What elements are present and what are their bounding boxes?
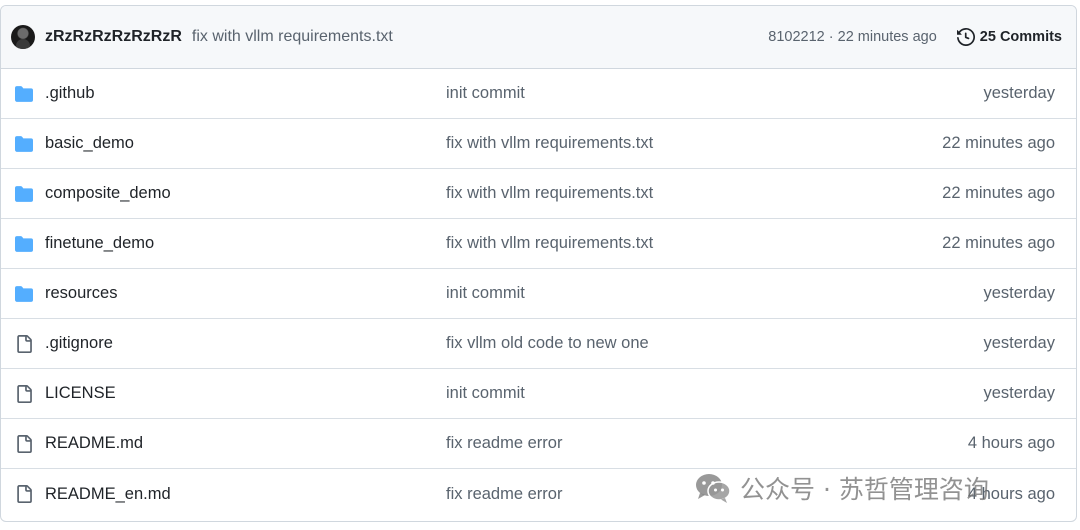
file-commit-time: 22 minutes ago (942, 184, 1055, 202)
file-commit-message[interactable]: fix with vllm requirements.txt (446, 234, 942, 253)
file-row[interactable]: composite_demo fix with vllm requirements… (1, 169, 1076, 219)
file-commit-message[interactable]: fix readme error (446, 434, 968, 453)
folder-icon (14, 85, 34, 103)
history-icon (956, 28, 975, 46)
file-row[interactable]: README.md fix readme error 4 hours ago (1, 419, 1076, 469)
file-commit-time: yesterday (983, 334, 1055, 352)
file-list: .github init commit yesterday basic_demo fix… (1, 69, 1076, 519)
file-name-link[interactable]: README.md (45, 434, 446, 453)
file-row[interactable]: resources init commit yesterday (1, 269, 1076, 319)
file-commit-message[interactable]: fix vllm old code to new one (446, 334, 983, 353)
file-commit-time: yesterday (983, 384, 1055, 402)
file-name-link[interactable]: README_en.md (45, 485, 446, 504)
file-commit-message[interactable]: init commit (446, 284, 983, 303)
file-commit-time: yesterday (983, 284, 1055, 302)
folder-icon (14, 285, 34, 303)
file-name-link[interactable]: finetune_demo (45, 234, 446, 253)
file-commit-time: 4 hours ago (967, 484, 1055, 503)
file-commit-message[interactable]: fix readme error (446, 485, 968, 504)
commits-count-label: 25 Commits (979, 29, 1062, 45)
file-icon (14, 334, 34, 354)
file-commit-time: 4 hours ago (967, 434, 1055, 452)
file-row[interactable]: .gitignore fix vllm old code to new one ye… (1, 319, 1076, 369)
file-commit-message[interactable]: fix with vllm requirements.txt (446, 134, 942, 153)
file-icon (14, 384, 34, 404)
repo-file-browser: zRzRzRzRzRzRzR fix with vllm requirement… (0, 5, 1077, 522)
file-commit-message[interactable]: init commit (446, 84, 983, 103)
file-row[interactable]: .github init commit yesterday (1, 69, 1076, 119)
file-name-link[interactable]: LICENSE (45, 384, 446, 403)
folder-icon (14, 185, 34, 203)
file-commit-time: 22 minutes ago (942, 234, 1055, 252)
author-avatar[interactable] (11, 25, 35, 49)
file-row[interactable]: finetune_demo fix with vllm requirements.… (1, 219, 1076, 269)
folder-icon (14, 235, 34, 253)
file-commit-time: yesterday (983, 84, 1055, 102)
file-name-link[interactable]: basic_demo (45, 134, 446, 153)
commits-history-link[interactable]: 25 Commits (956, 28, 1062, 46)
latest-commit-message[interactable]: fix with vllm requirements.txt (192, 28, 393, 46)
folder-icon (14, 135, 34, 153)
commit-hash-time[interactable]: 8102212 · 22 minutes ago (768, 29, 937, 45)
file-commit-message[interactable]: fix with vllm requirements.txt (446, 184, 942, 203)
file-commit-time: 22 minutes ago (942, 134, 1055, 152)
file-row[interactable]: basic_demo fix with vllm requirements.txt… (1, 119, 1076, 169)
file-row[interactable]: LICENSE init commit yesterday (1, 369, 1076, 419)
file-commit-message[interactable]: init commit (446, 384, 983, 403)
file-name-link[interactable]: composite_demo (45, 184, 446, 203)
file-name-link[interactable]: resources (45, 284, 446, 303)
file-name-link[interactable]: .gitignore (45, 334, 446, 353)
file-name-link[interactable]: .github (45, 84, 446, 103)
file-icon (14, 484, 34, 504)
latest-commit-bar: zRzRzRzRzRzRzR fix with vllm requirement… (1, 6, 1076, 69)
file-row[interactable]: README_en.md fix readme error 4 hours ago (1, 469, 1076, 519)
file-icon (14, 434, 34, 454)
commit-author[interactable]: zRzRzRzRzRzRzR (45, 28, 182, 46)
